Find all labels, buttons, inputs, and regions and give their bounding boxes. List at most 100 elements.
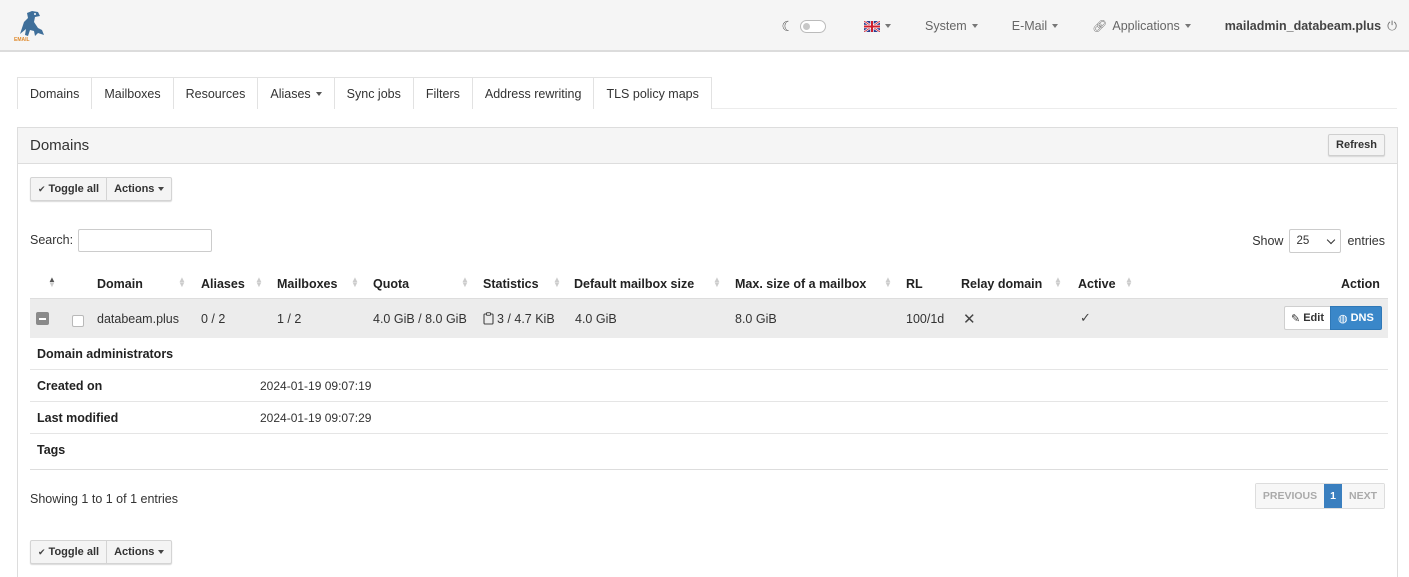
dark-mode-toggle[interactable]: ☾ xyxy=(781,17,827,35)
tab-sync-jobs[interactable]: Sync jobs xyxy=(333,77,414,109)
user-menu[interactable]: mailadmin_databeam.plus ⏻ xyxy=(1225,19,1397,34)
detail-label: Last modified xyxy=(37,411,119,425)
bottom-bulk-actions: ✔ Toggle all Actions xyxy=(30,540,173,564)
col-quota[interactable]: Quota xyxy=(373,277,409,291)
tab-filters[interactable]: Filters xyxy=(412,77,473,109)
menu-email[interactable]: E-Mail xyxy=(1011,19,1059,33)
detail-row: Tags xyxy=(30,434,1388,470)
clipboard-icon xyxy=(483,312,494,325)
top-navbar: EMAIL ☾ System E-Mail 🔗︎ Applications ma… xyxy=(0,0,1409,52)
refresh-button[interactable]: Refresh xyxy=(1328,134,1385,156)
domains-panel: Domains Refresh ✔ Toggle all Actions Sear… xyxy=(17,127,1398,577)
detail-label: Tags xyxy=(37,443,66,457)
language-dropdown[interactable] xyxy=(864,20,892,32)
col-max-mailbox-size[interactable]: Max. size of a mailbox xyxy=(735,277,866,291)
col-action: Action xyxy=(1341,277,1380,291)
x-icon: ✕ xyxy=(963,311,976,328)
collapse-row-icon[interactable] xyxy=(36,312,49,325)
tab-label: TLS policy maps xyxy=(606,86,699,101)
link-icon: 🔗︎ xyxy=(1092,19,1108,33)
dark-mode-switch[interactable] xyxy=(800,19,827,33)
cell-domain: databeam.plus xyxy=(97,312,180,326)
menu-system[interactable]: System xyxy=(925,19,978,33)
sort-icon: ▲ ▼ xyxy=(553,275,561,289)
main-tabs: Domains Mailboxes Resources Aliases Sync… xyxy=(17,77,712,109)
sort-icon: ▲ ▼ xyxy=(1125,275,1133,289)
row-select-checkbox[interactable] xyxy=(72,315,84,327)
statistics-value: 3 / 4.7 KiB xyxy=(497,312,555,326)
panel-heading: Domains Refresh xyxy=(18,128,1397,164)
moon-icon: ☾ xyxy=(781,17,795,34)
cell-aliases: 0 / 2 xyxy=(201,312,226,326)
user-name: mailadmin_databeam.plus xyxy=(1224,19,1382,33)
actions-label: Actions xyxy=(114,546,155,558)
toggle-all-label: Toggle all xyxy=(48,546,100,558)
globe-icon: ◍ xyxy=(1338,312,1348,325)
cell-max-mailbox-size: 8.0 GiB xyxy=(735,312,777,326)
sort-icon: ▲ ▼ xyxy=(884,275,892,289)
menu-system-label: System xyxy=(925,19,967,33)
menu-applications[interactable]: 🔗︎ Applications xyxy=(1092,19,1191,33)
power-icon[interactable]: ⏻ xyxy=(1387,19,1397,34)
tab-label: Filters xyxy=(425,86,460,101)
sort-icon: ▲ ▼ xyxy=(351,275,359,289)
cell-mailboxes: 1 / 2 xyxy=(277,312,302,326)
chevron-down-icon xyxy=(315,91,322,96)
tab-label: Domains xyxy=(30,86,80,101)
check-icon: ✔ xyxy=(38,546,46,557)
page-1-button[interactable]: 1 xyxy=(1324,484,1342,508)
dns-button[interactable]: ◍ DNS xyxy=(1330,306,1382,330)
sort-icon[interactable]: ▲ ▼ xyxy=(48,276,56,289)
detail-value: 2024-01-19 09:07:29 xyxy=(260,411,372,425)
detail-label: Domain administrators xyxy=(37,347,174,361)
tab-resources[interactable]: Resources xyxy=(172,77,259,109)
col-default-mailbox-size[interactable]: Default mailbox size xyxy=(574,277,694,291)
detail-row: Created on 2024-01-19 09:07:19 xyxy=(30,370,1388,402)
toggle-all-button[interactable]: ✔ Toggle all xyxy=(31,541,106,563)
page-length-value: 25 xyxy=(1296,235,1310,247)
col-mailboxes[interactable]: Mailboxes xyxy=(277,277,337,291)
col-active[interactable]: Active xyxy=(1078,277,1116,291)
table-info: Showing 1 to 1 of 1 entries xyxy=(30,492,179,506)
previous-page-button[interactable]: PREVIOUS xyxy=(1255,484,1325,508)
tab-tls-policy-maps[interactable]: TLS policy maps xyxy=(593,77,712,109)
table-row[interactable]: databeam.plus 0 / 2 1 / 2 4.0 GiB / 8.0 … xyxy=(30,298,1388,338)
col-aliases[interactable]: Aliases xyxy=(201,277,245,291)
pencil-icon: ✎ xyxy=(1291,312,1301,325)
search-input[interactable] xyxy=(78,229,212,252)
entries-label: entries xyxy=(1347,234,1385,248)
menu-applications-label: Applications xyxy=(1112,19,1180,33)
sort-icon: ▲ ▼ xyxy=(178,275,186,289)
tab-domains[interactable]: Domains xyxy=(17,77,93,109)
col-rl[interactable]: RL xyxy=(906,277,923,291)
tab-mailboxes[interactable]: Mailboxes xyxy=(91,77,174,109)
tab-address-rewriting[interactable]: Address rewriting xyxy=(471,77,595,109)
col-relay-domain[interactable]: Relay domain xyxy=(961,277,1042,291)
cell-quota: 4.0 GiB / 8.0 GiB xyxy=(373,312,467,326)
check-icon: ✔ xyxy=(38,183,46,194)
menu-email-label: E-Mail xyxy=(1011,19,1048,33)
panel-title: Domains xyxy=(30,137,90,154)
page-length-select[interactable]: 25 xyxy=(1289,229,1342,253)
uk-flag-icon xyxy=(864,20,881,32)
actions-dropdown[interactable]: Actions xyxy=(106,541,171,563)
edit-label: Edit xyxy=(1303,312,1324,324)
actions-dropdown[interactable]: Actions xyxy=(106,178,171,200)
detail-value: 2024-01-19 09:07:19 xyxy=(260,379,372,393)
navbar-right: ☾ System E-Mail 🔗︎ Applications mailadmi… xyxy=(781,0,1409,52)
tab-aliases[interactable]: Aliases xyxy=(257,77,335,109)
logo-dino-icon[interactable]: EMAIL xyxy=(14,8,48,44)
edit-button[interactable]: ✎ Edit xyxy=(1284,306,1331,330)
cell-rl: 100/1d xyxy=(906,312,945,326)
sort-icon: ▲ ▼ xyxy=(713,275,721,289)
search-label: Search: xyxy=(30,233,74,247)
col-statistics[interactable]: Statistics xyxy=(483,277,539,291)
logo-text: EMAIL xyxy=(14,37,30,43)
table-header: ▲ ▼ Domain ▲ ▼ Aliases ▲ ▼ Mailboxes ▲ ▼ Quo… xyxy=(18,270,1388,298)
tab-label: Mailboxes xyxy=(104,86,161,101)
next-page-button[interactable]: NEXT xyxy=(1341,484,1384,508)
col-domain[interactable]: Domain xyxy=(97,277,143,291)
tab-label: Resources xyxy=(185,86,246,101)
toggle-all-button[interactable]: ✔ Toggle all xyxy=(31,178,106,200)
cell-default-mailbox-size: 4.0 GiB xyxy=(575,312,617,326)
